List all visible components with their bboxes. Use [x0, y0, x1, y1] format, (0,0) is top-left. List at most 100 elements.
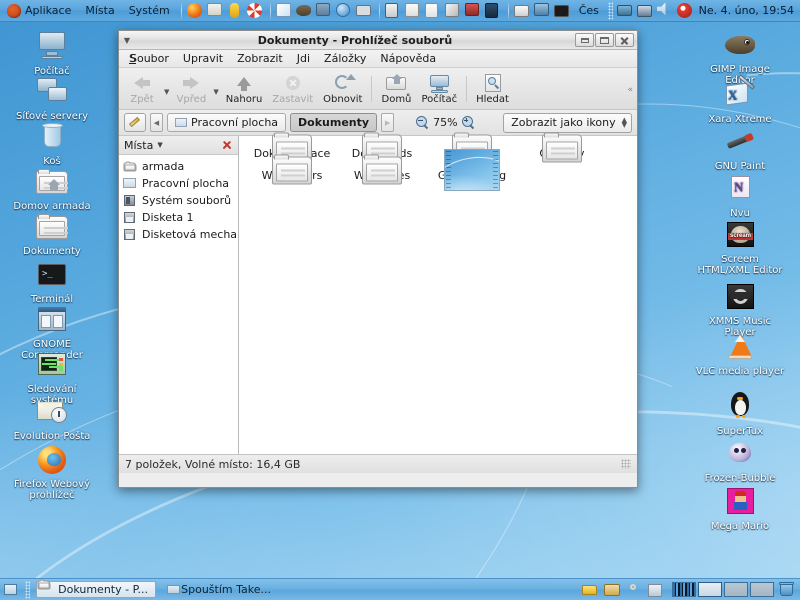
toolbar-up-button[interactable]: Nahoru	[221, 71, 268, 106]
chevron-down-icon[interactable]: ▼	[157, 141, 162, 149]
menu-zobrazit[interactable]: Zobrazit	[230, 51, 290, 66]
places-sidebar[interactable]: Místa ▼ armada Pracovní plocha Systém so…	[119, 136, 239, 454]
key-icon[interactable]	[626, 582, 644, 598]
desktop-icon-frozen-bubble[interactable]: Frozen-Bubble	[692, 437, 788, 484]
workspace-3[interactable]	[724, 582, 748, 597]
launcher-web-icon[interactable]	[335, 2, 354, 19]
launcher-help-icon[interactable]	[246, 2, 265, 19]
launcher-firefox-icon[interactable]	[186, 2, 205, 19]
launcher-paint-icon[interactable]	[444, 2, 463, 19]
desktop-icon-domov-armada[interactable]: Domov armada	[4, 165, 100, 212]
launcher-calculator-icon[interactable]	[384, 2, 403, 19]
language-indicator[interactable]: Čes	[573, 4, 605, 17]
desktop-icon-evolution-posta[interactable]: Evolution Pošta	[4, 395, 100, 442]
menu-mista[interactable]: Místa	[78, 1, 121, 21]
file-item-galss01[interactable]: Galss01.png	[427, 149, 517, 191]
window-titlebar[interactable]: ▼ Dokumenty - Prohlížeč souborů	[119, 31, 637, 50]
launcher-monitor-icon[interactable]	[533, 2, 552, 19]
launcher-archive-icon[interactable]	[484, 2, 503, 19]
menu-system[interactable]: Systém	[122, 1, 177, 21]
toolbar-overflow-icon[interactable]: «	[627, 85, 633, 95]
folder-yellow-icon[interactable]	[582, 582, 600, 598]
task-button-dokumenty[interactable]: Dokumenty - P...	[36, 579, 156, 598]
toolbar-forward-button[interactable]: Vpřed	[171, 71, 211, 106]
sidebar-item-pracovni-plocha[interactable]: Pracovní plocha	[119, 175, 238, 192]
launcher-magnifier-icon[interactable]	[404, 2, 423, 19]
launcher-gimp-icon[interactable]	[295, 3, 314, 19]
breadcrumb-dokumenty[interactable]: Dokumenty	[290, 113, 378, 132]
desktop-icon-dokumenty[interactable]: Dokumenty	[4, 210, 100, 257]
desktop-icon-firefox[interactable]: Firefox Webový prohlížeč	[4, 443, 100, 501]
minimize-button[interactable]	[575, 33, 594, 47]
clock[interactable]: Ne. 4. úno, 19:54	[699, 4, 794, 17]
menu-jdi[interactable]: Jdi	[290, 51, 317, 66]
close-button[interactable]	[615, 33, 634, 47]
breadcrumb-pracovni-plocha[interactable]: Pracovní plocha	[167, 113, 287, 132]
launcher-xara-icon[interactable]	[275, 2, 294, 19]
toolbar-computer-button[interactable]: Počítač	[416, 71, 462, 106]
sidebar-item-disketa-1[interactable]: Disketa 1	[119, 209, 238, 226]
workspace-4[interactable]	[750, 582, 774, 597]
tray-network-icon[interactable]	[636, 3, 655, 19]
back-dropdown-icon[interactable]: ▼	[162, 88, 171, 96]
tray-handle[interactable]	[607, 1, 613, 20]
launcher-terminal-small-icon[interactable]	[355, 3, 374, 19]
file-item-obrazky[interactable]: Obrázky	[517, 132, 607, 166]
desktop-icon-supertux[interactable]: SuperTux	[692, 390, 788, 437]
sidebar-close-icon[interactable]	[221, 139, 233, 151]
desktop-icon-vlc[interactable]: VLC media player	[692, 330, 788, 377]
desktop-icon-nvu[interactable]: N Nvu	[692, 172, 788, 219]
menu-upravit[interactable]: Upravit	[176, 51, 230, 66]
folder-open-icon[interactable]	[604, 582, 622, 598]
workspace-switcher[interactable]	[672, 582, 774, 597]
tray-display-icon[interactable]	[616, 3, 635, 19]
workspace-2[interactable]	[698, 582, 722, 597]
crumb-scroll-left-icon[interactable]: ◀	[150, 113, 163, 132]
window-menu-icon[interactable]: ▼	[119, 36, 135, 45]
launcher-switch-icon[interactable]	[513, 3, 532, 19]
toolbar-back-button[interactable]: Zpět	[122, 71, 162, 106]
launcher-evolution-icon[interactable]	[206, 2, 225, 19]
file-item-webpages[interactable]: WebPages	[337, 154, 427, 188]
launcher-update-manager-icon[interactable]	[227, 2, 245, 19]
view-mode-spinner-icon[interactable]: ▲ ▼	[616, 116, 627, 128]
file-manager-window[interactable]: ▼ Dokumenty - Prohlížeč souborů SSoubor …	[118, 30, 638, 488]
launcher-terminal-icon[interactable]	[553, 3, 572, 19]
show-desktop-button[interactable]	[3, 582, 19, 598]
desktop-icon-screem[interactable]: scream Screem HTML/XML Editor	[692, 218, 788, 276]
desktop-icon-xara-xtreme[interactable]: X Xara Xtreme	[692, 74, 788, 125]
sidebar-item-disketova-mechanika[interactable]: Disketová mechanika	[119, 226, 238, 243]
trash-applet-icon[interactable]	[779, 582, 794, 597]
desktop-icon-mega-mario[interactable]: Mega Mario	[692, 485, 788, 532]
toolbar-search-button[interactable]: Hledat	[471, 71, 514, 106]
task-button-spoustim[interactable]: Spouštím Take...	[159, 581, 279, 598]
desktop-icon-sitove-servery[interactable]: Síťové servery	[4, 75, 100, 122]
sidebar-item-armada[interactable]: armada	[119, 158, 238, 175]
tray-volume-icon[interactable]	[656, 2, 675, 19]
desktop-icon-kos[interactable]: Koš	[4, 120, 100, 167]
zoom-out-button[interactable]	[416, 116, 429, 129]
menu-zalozky[interactable]: Záložky	[317, 51, 373, 66]
zoom-in-button[interactable]	[461, 116, 475, 129]
desktop-icon-pocitac[interactable]: Počítač	[4, 30, 100, 77]
menu-aplikace[interactable]: Aplikace	[0, 1, 78, 21]
forward-dropdown-icon[interactable]: ▼	[211, 88, 220, 96]
tasklist-handle[interactable]	[25, 580, 30, 599]
toolbar-home-button[interactable]: Domů	[376, 71, 416, 106]
toolbar-reload-button[interactable]: Obnovit	[318, 71, 367, 106]
launcher-screem-icon[interactable]	[315, 2, 334, 19]
desktop-icon-terminal[interactable]: >_ Terminál	[4, 258, 100, 305]
menu-soubor[interactable]: SSoubor	[122, 51, 176, 66]
menubar[interactable]: SSoubor Upravit Zobrazit Jdi Záložky Náp…	[119, 50, 637, 68]
toolbar[interactable]: Zpět ▼ Vpřed ▼ Nahoru Zastavit Obnovit D…	[119, 68, 637, 110]
sidebar-list[interactable]: armada Pracovní plocha Systém souborů Di…	[119, 155, 238, 454]
launcher-gnome-commander-icon[interactable]	[464, 2, 483, 19]
launcher-editor-icon[interactable]	[424, 2, 443, 19]
desktop-icon-gnu-paint[interactable]: GNU Paint	[692, 125, 788, 172]
crumb-scroll-right-icon[interactable]: ▶	[381, 113, 395, 132]
sidebar-item-system-souboru[interactable]: Systém souborů	[119, 192, 238, 209]
tray-shutdown-icon[interactable]	[676, 2, 695, 19]
workspace-1[interactable]	[672, 582, 696, 597]
view-mode-select[interactable]: Zobrazit jako ikony ▲ ▼	[503, 112, 632, 133]
sidebar-header[interactable]: Místa ▼	[119, 136, 238, 155]
